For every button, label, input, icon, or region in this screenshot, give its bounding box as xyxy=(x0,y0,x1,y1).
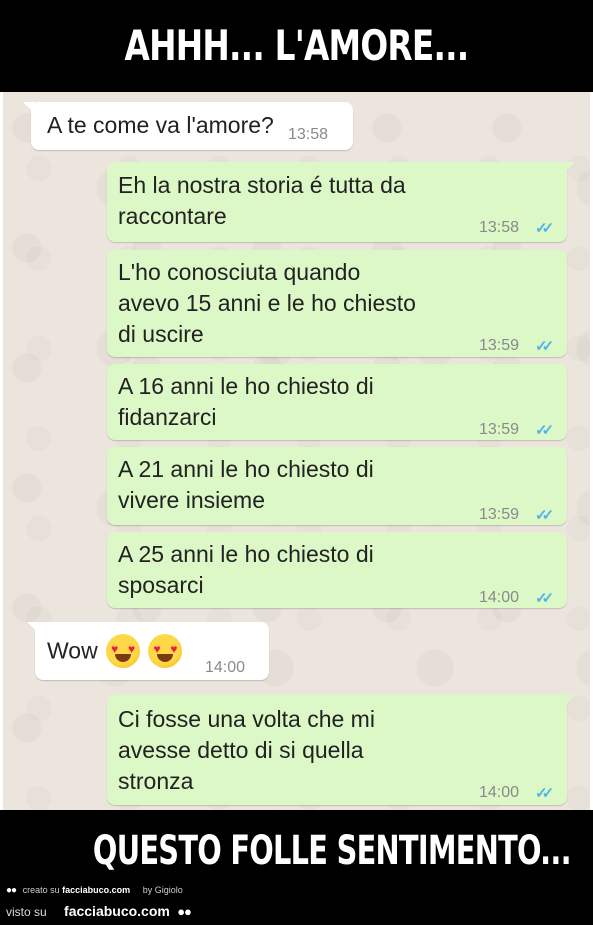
read-ticks-icon: ✓✓ xyxy=(535,338,554,355)
message-incoming[interactable]: Wow ♥ ♥ ♥ ♥ 14:00 xyxy=(27,622,269,680)
heart-eyes-emoji-icon: ♥ ♥ xyxy=(106,634,141,668)
message-time: 13:59 xyxy=(479,506,520,523)
message-outgoing[interactable]: A 21 anni le ho chiesto di vivere insiem… xyxy=(107,447,567,525)
bottom-caption-text: QUESTO FOLLE SENTIMENTO... xyxy=(92,828,572,874)
message-time: 14:00 xyxy=(205,659,246,676)
message-time: 14:00 xyxy=(479,784,520,801)
seen-on-credit: visto su facciabuco.com ●● xyxy=(6,903,195,919)
message-outgoing[interactable]: Eh la nostra storia é tutta da raccontar… xyxy=(107,162,575,242)
message-time: 14:00 xyxy=(479,589,520,606)
author-label: by Gigiolo xyxy=(142,885,183,895)
created-site-link[interactable]: facciabuco.com xyxy=(62,885,130,895)
top-caption: AHHH... L'AMORE... xyxy=(124,20,470,70)
bubble-tail xyxy=(27,622,39,634)
bubble-tail xyxy=(563,695,575,707)
eyes-logo-icon: ●● xyxy=(177,904,192,919)
chat-area[interactable]: A te come va l'amore? 13:58 Eh la nostra… xyxy=(0,92,593,810)
top-caption-banner: AHHH... L'AMORE... xyxy=(0,0,593,90)
message-outgoing[interactable]: A 16 anni le ho chiesto di fidanzarci 13… xyxy=(107,364,567,440)
message-time: 13:59 xyxy=(479,337,520,354)
read-ticks-icon: ✓✓ xyxy=(535,422,554,439)
read-ticks-icon: ✓✓ xyxy=(535,507,554,524)
eyes-logo-icon: ●● xyxy=(6,885,17,896)
heart-eyes-emoji-icon: ♥ ♥ xyxy=(148,634,183,668)
message-time: 13:59 xyxy=(479,421,520,438)
message-incoming[interactable]: A te come va l'amore? 13:58 xyxy=(23,102,353,150)
creator-credit: ●● creato su facciabuco.com by Gigiolo xyxy=(6,885,183,896)
bubble-tail xyxy=(563,162,575,174)
message-text: Wow xyxy=(47,637,98,664)
seen-label: visto su xyxy=(6,905,47,919)
read-ticks-icon: ✓✓ xyxy=(535,590,554,607)
read-ticks-icon: ✓✓ xyxy=(535,785,554,802)
read-ticks-icon: ✓✓ xyxy=(535,220,554,237)
message-time: 13:58 xyxy=(479,219,520,236)
message-outgoing[interactable]: A 25 anni le ho chiesto di sposarci 14:0… xyxy=(107,532,567,608)
message-outgoing[interactable]: L'ho conosciuta quando avevo 15 anni e l… xyxy=(107,250,567,357)
seen-site-link[interactable]: facciabuco.com xyxy=(64,903,170,919)
message-outgoing[interactable]: Ci fosse una volta che mi avesse detto d… xyxy=(107,695,575,805)
bubble-tail xyxy=(23,102,35,114)
bottom-caption: QUESTO FOLLE SENTIMENTO... xyxy=(0,828,593,874)
created-label: creato su xyxy=(22,885,60,895)
message-time: 13:58 xyxy=(288,126,329,143)
